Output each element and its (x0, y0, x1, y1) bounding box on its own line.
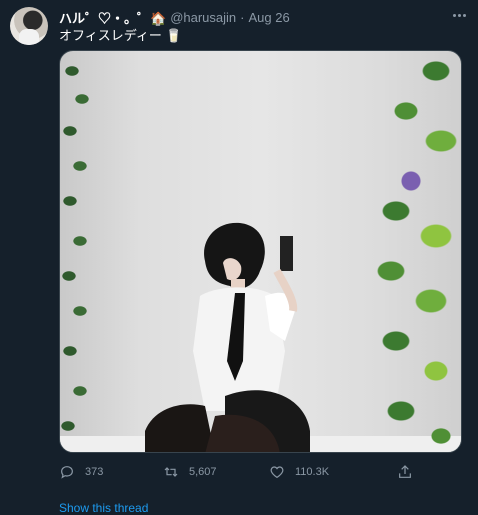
ivy-vine-left (60, 51, 92, 452)
retweet-count: 5,607 (189, 466, 217, 478)
tweet[interactable]: ハル゜♡・。゜🏠 @harusajin · Aug 26 オフィスレディー 🥛 (0, 0, 478, 515)
like-count: 110.3K (295, 466, 330, 478)
tweet-photo[interactable] (59, 50, 462, 453)
reply-count: 373 (85, 466, 104, 478)
separator-dot: · (240, 9, 245, 25)
share-button[interactable] (397, 462, 423, 482)
more-options-icon[interactable] (449, 5, 469, 25)
tweet-actions: 373 5,607 110.3K (59, 462, 439, 482)
tweet-text: オフィスレディー 🥛 (59, 28, 182, 43)
display-name[interactable]: ハル゜♡・。゜🏠 (59, 8, 166, 27)
show-thread-link[interactable]: Show this thread (59, 501, 148, 515)
reply-button[interactable]: 373 (59, 462, 103, 482)
tweet-header: ハル゜♡・。゜🏠 @harusajin · Aug 26 (59, 8, 290, 26)
like-button[interactable]: 110.3K (269, 462, 329, 482)
heart-icon (270, 466, 284, 479)
avatar[interactable] (10, 7, 48, 45)
tweet-date[interactable]: Aug 26 (248, 10, 289, 25)
photo-subject (145, 222, 310, 452)
retweet-button[interactable]: 5,607 (163, 462, 217, 482)
reply-icon (61, 466, 73, 479)
retweet-icon (164, 467, 178, 477)
ivy-vine-right (366, 51, 461, 452)
user-handle[interactable]: @harusajin (170, 10, 236, 25)
share-icon (399, 465, 411, 478)
